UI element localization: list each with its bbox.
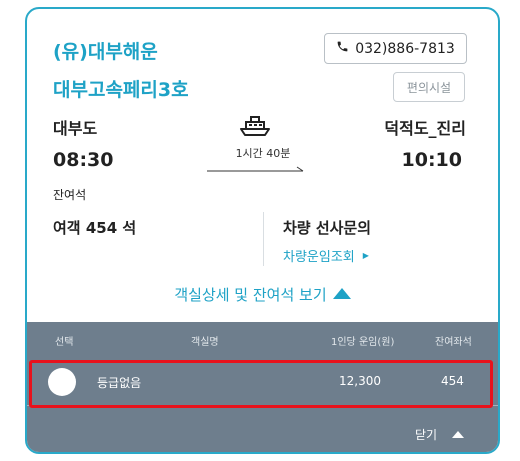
company-name: (유)대부해운 <box>53 41 158 63</box>
column-header-remaining: 잔여좌석 <box>435 337 472 348</box>
caret-right-icon: ▶ <box>362 251 369 260</box>
departure-time: 08:30 <box>53 149 114 171</box>
amenities-button[interactable]: 편의시설 <box>393 72 465 102</box>
ferry-icon <box>240 116 270 136</box>
cabin-detail-toggle[interactable]: 객실상세 및 잔여석 보기 <box>27 284 498 305</box>
departure-port: 대부도 <box>53 119 98 138</box>
route-arrow-icon <box>207 166 304 172</box>
ship-name: 대부고속페리3호 <box>53 79 189 101</box>
cabin-detail-panel: 선택 객실명 1인당 운임(원) 잔여좌석 등급없음 12,300 454 닫기 <box>27 322 498 452</box>
phone-icon <box>336 40 349 57</box>
cabin-radio[interactable] <box>48 368 76 396</box>
triangle-up-icon <box>452 431 465 438</box>
column-header-fare: 1인당 운임(원) <box>331 337 395 348</box>
trip-duration: 1시간 40분 <box>235 147 291 160</box>
close-panel-button[interactable]: 닫기 <box>415 426 465 443</box>
cabin-name: 등급없음 <box>97 376 142 390</box>
cabin-remaining: 454 <box>441 374 464 388</box>
vehicle-fare-link[interactable]: 차량운임조회 ▶ <box>283 246 369 265</box>
cabin-fare: 12,300 <box>339 374 381 388</box>
triangle-up-icon <box>332 288 351 299</box>
cabin-detail-toggle-label: 객실상세 및 잔여석 보기 <box>174 286 327 304</box>
arrival-port: 덕적도_진리 <box>384 119 466 138</box>
close-panel-label: 닫기 <box>415 428 438 442</box>
phone-button[interactable]: 032)886-7813 <box>324 33 467 64</box>
vehicle-info: 차량 선사문의 <box>283 219 372 237</box>
arrival-time: 10:10 <box>401 149 462 171</box>
divider <box>263 212 264 266</box>
vehicle-fare-link-label: 차량운임조회 <box>283 250 355 265</box>
table-row[interactable]: 등급없음 12,300 454 <box>27 359 498 408</box>
column-header-select: 선택 <box>55 337 74 348</box>
passenger-seats: 여객 454 석 <box>53 219 137 237</box>
ferry-schedule-card: (유)대부해운 대부고속페리3호 032)886-7813 편의시설 대부도 0… <box>25 7 500 454</box>
remaining-seats-label: 잔여석 <box>53 188 87 202</box>
column-header-cabin: 객실명 <box>191 337 219 348</box>
phone-number: 032)886-7813 <box>355 40 455 57</box>
